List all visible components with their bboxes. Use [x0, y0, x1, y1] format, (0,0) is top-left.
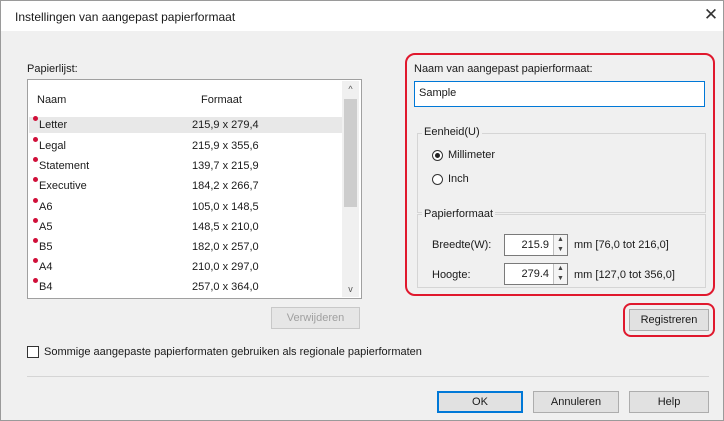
item-size: 257,0 x 364,0: [192, 281, 259, 293]
dialog-title: Instellingen van aangepast papierformaat: [15, 10, 236, 24]
item-name: A5: [39, 221, 53, 233]
item-size: 210,0 x 297,0: [192, 261, 259, 273]
custom-marker-icon: [33, 116, 38, 121]
list-item[interactable]: Letter 215,9 x 279,4: [29, 116, 343, 133]
delete-button[interactable]: Verwijderen: [271, 307, 360, 329]
list-item[interactable]: A5 148,5 x 210,0: [29, 218, 343, 235]
help-button[interactable]: Help: [629, 391, 709, 413]
paper-list[interactable]: Naam Formaat Letter 215,9 x 279,4 Legal …: [27, 79, 362, 299]
list-item[interactable]: A4 210,0 x 297,0: [29, 258, 343, 275]
ok-button[interactable]: OK: [437, 391, 523, 413]
separator: [27, 376, 709, 377]
scroll-down-icon[interactable]: v: [342, 281, 359, 297]
item-size: 215,9 x 355,6: [192, 140, 259, 152]
list-item[interactable]: B5 182,0 x 257,0: [29, 238, 343, 255]
item-size: 105,0 x 148,5: [192, 201, 259, 213]
item-name: B4: [39, 281, 53, 293]
vertical-scrollbar[interactable]: ^ v: [342, 81, 359, 297]
item-name: Letter: [39, 119, 68, 131]
list-item[interactable]: Executive 184,2 x 266,7: [29, 177, 343, 194]
regional-formats-label: Sommige aangepaste papierformaten gebrui…: [44, 346, 422, 358]
list-item[interactable]: Statement 139,7 x 215,9: [29, 157, 343, 174]
item-name: Statement: [39, 160, 90, 172]
regional-formats-checkbox[interactable]: [27, 346, 39, 358]
custom-marker-icon: [33, 258, 38, 263]
item-size: 215,9 x 279,4: [192, 119, 259, 131]
column-header-name[interactable]: Naam: [37, 94, 66, 106]
cancel-button[interactable]: Annuleren: [533, 391, 619, 413]
custom-marker-icon: [33, 238, 38, 243]
paper-list-label: Papierlijst:: [27, 63, 78, 75]
item-name: A6: [39, 201, 53, 213]
custom-marker-icon: [33, 157, 38, 162]
list-item[interactable]: A6 105,0 x 148,5: [29, 198, 343, 215]
custom-marker-icon: [33, 278, 38, 283]
highlight-outline: [623, 303, 715, 337]
item-name: Executive: [39, 180, 87, 192]
item-size: 184,2 x 266,7: [192, 180, 259, 192]
list-item[interactable]: B4 257,0 x 364,0: [29, 278, 343, 295]
highlight-outline: [405, 53, 715, 296]
custom-paper-size-dialog: Instellingen van aangepast papierformaat…: [0, 0, 724, 421]
item-size: 148,5 x 210,0: [192, 221, 259, 233]
item-size: 182,0 x 257,0: [192, 241, 259, 253]
item-name: Legal: [39, 140, 66, 152]
custom-marker-icon: [33, 177, 38, 182]
custom-marker-icon: [33, 198, 38, 203]
item-name: A4: [39, 261, 53, 273]
scroll-up-icon[interactable]: ^: [342, 81, 359, 97]
item-size: 139,7 x 215,9: [192, 160, 259, 172]
title-bar: Instellingen van aangepast papierformaat…: [1, 1, 723, 31]
close-icon[interactable]: ✕: [701, 5, 721, 25]
scrollbar-thumb[interactable]: [344, 99, 357, 207]
list-item[interactable]: Legal 215,9 x 355,6: [29, 137, 343, 154]
item-name: B5: [39, 241, 53, 253]
custom-marker-icon: [33, 218, 38, 223]
column-header-size[interactable]: Formaat: [201, 94, 242, 106]
custom-marker-icon: [33, 137, 38, 142]
